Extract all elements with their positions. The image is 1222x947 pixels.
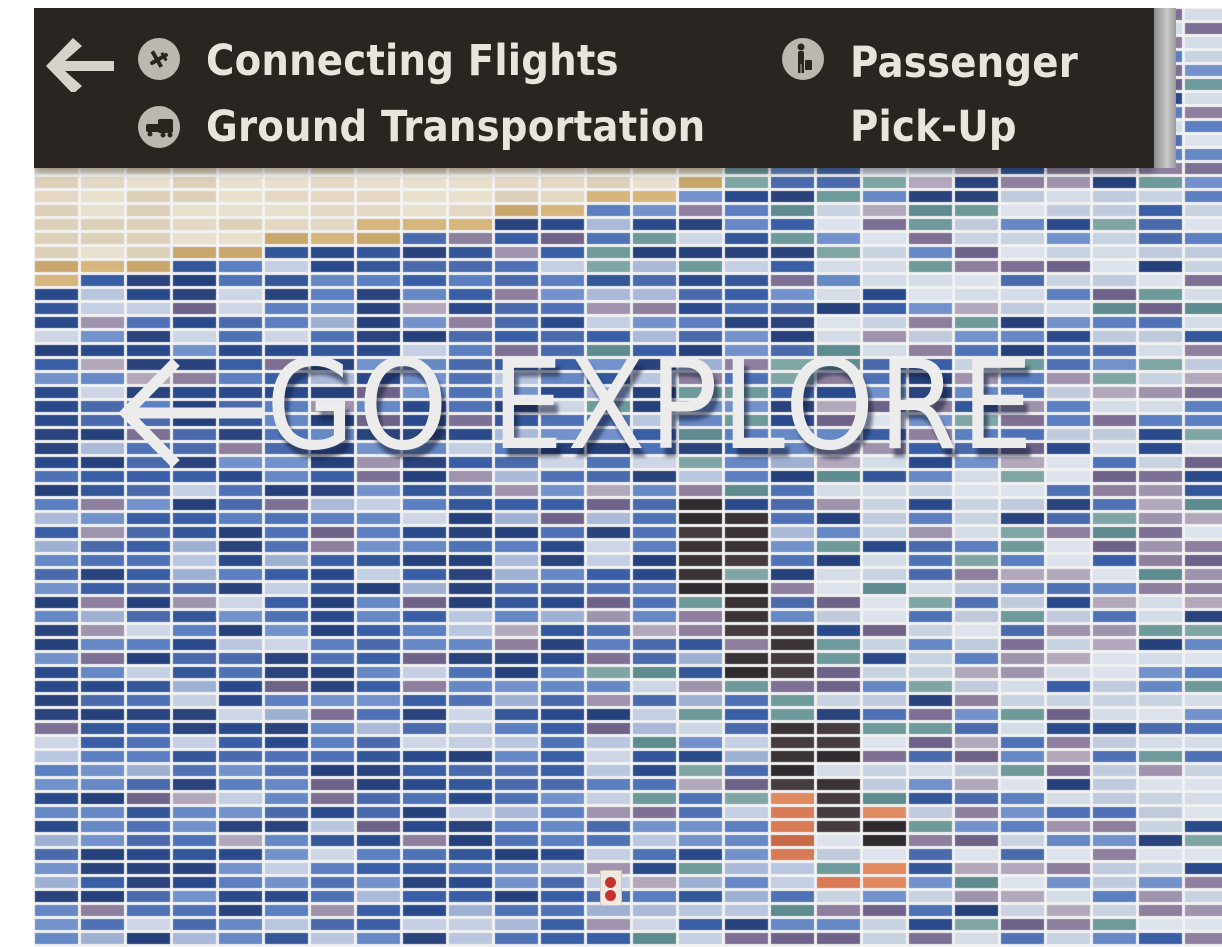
connecting-flights-label: Connecting Flights — [206, 36, 619, 86]
photo-scene: GO EXPLORE Connecting Flights Ground Tra… — [34, 8, 1222, 947]
go-explore-lettering: GO EXPLORE — [266, 334, 1037, 478]
car-bus-icon — [138, 106, 180, 148]
ground-transportation-label: Ground Transportation — [206, 102, 706, 152]
person-luggage-icon — [782, 38, 824, 80]
sign-left-arrow-icon — [46, 38, 114, 96]
sign-frame-edge — [1154, 8, 1176, 168]
pick-up-label: Pick-Up — [850, 102, 1017, 152]
airplane-icon — [138, 38, 180, 80]
overhead-wayfinding-sign: Connecting Flights Ground Transportation… — [34, 8, 1154, 168]
passenger-label: Passenger — [850, 38, 1078, 88]
red-dot-sticker — [600, 870, 622, 906]
wall-left-arrow-icon — [114, 358, 266, 472]
